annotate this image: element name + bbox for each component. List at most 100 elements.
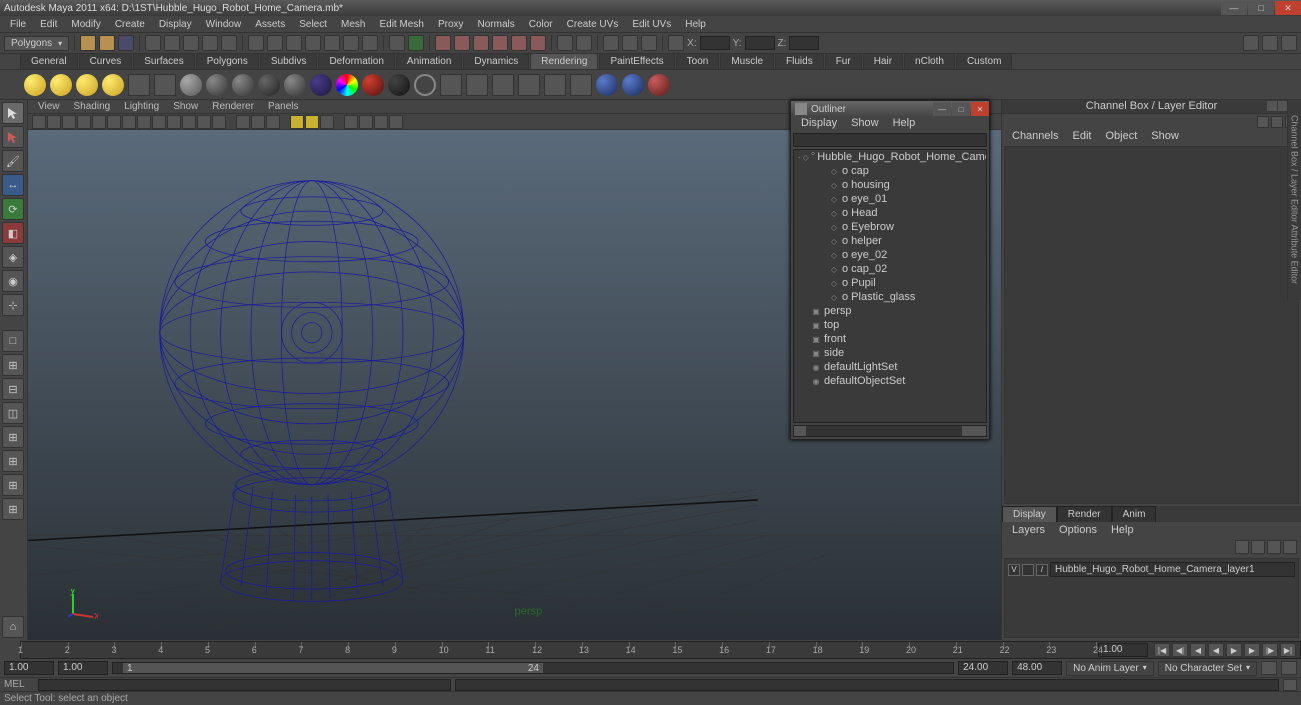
rotate-tool[interactable]: ⟳ [2, 198, 24, 220]
undo-icon[interactable] [145, 35, 161, 51]
menu-create[interactable]: Create [109, 18, 151, 31]
render-view-icon[interactable] [492, 35, 508, 51]
cmd-input[interactable] [38, 679, 451, 691]
range-start-box[interactable]: 1.00 [58, 661, 108, 675]
vp-icon-14[interactable] [236, 115, 250, 129]
menu-mesh[interactable]: Mesh [335, 18, 371, 31]
redo-icon[interactable] [164, 35, 180, 51]
menu-color[interactable]: Color [523, 18, 559, 31]
script-editor-icon[interactable]: ⌂ [2, 616, 24, 638]
menu-select[interactable]: Select [293, 18, 333, 31]
range-end-box[interactable]: 24.00 [958, 661, 1008, 675]
render-3-icon[interactable] [492, 74, 514, 96]
universal-tool[interactable]: ◈ [2, 246, 24, 268]
script-editor-button[interactable] [1283, 679, 1297, 691]
vp-icon-1[interactable] [32, 115, 46, 129]
shelf-tab-curves[interactable]: Curves [79, 53, 133, 69]
shelf-tab-fluids[interactable]: Fluids [775, 53, 824, 69]
vp-menu-panels[interactable]: Panels [262, 101, 305, 112]
layout-three[interactable]: ⊞ [2, 426, 24, 448]
menu-display[interactable]: Display [153, 18, 198, 31]
close-button[interactable]: ✕ [1275, 1, 1301, 15]
shelf-sphere-2[interactable] [622, 74, 644, 96]
channel-menu-object[interactable]: Object [1099, 130, 1143, 144]
time-slider[interactable]: 123456789101112131415161718192021222324 … [20, 641, 1301, 659]
range-track[interactable]: 1 24 [112, 662, 954, 674]
render-icon[interactable] [435, 35, 451, 51]
menu-normals[interactable]: Normals [472, 18, 521, 31]
vp-icon-23[interactable] [389, 115, 403, 129]
vp-menu-view[interactable]: View [32, 101, 66, 112]
next-key-button[interactable]: ▶ [1244, 643, 1260, 657]
layout-persp[interactable]: ⊞ [2, 450, 24, 472]
light-dir-icon[interactable] [50, 74, 72, 96]
outliner-item[interactable]: ◇o Eyebrow [794, 220, 986, 234]
vp-icon-20[interactable] [344, 115, 358, 129]
history-icon[interactable] [389, 35, 405, 51]
vp-icon-7[interactable] [122, 115, 136, 129]
misc-icon-1[interactable] [603, 35, 619, 51]
help-icon[interactable] [408, 35, 424, 51]
layer-tab-display[interactable]: Display [1002, 506, 1057, 522]
outliner-item[interactable]: -◇°Hubble_Hugo_Robot_Home_Camera [794, 150, 986, 164]
outliner-close-button[interactable]: ✕ [971, 102, 989, 116]
layout-graph[interactable]: ⊞ [2, 498, 24, 520]
shelf-tab-hair[interactable]: Hair [863, 53, 903, 69]
menu-proxy[interactable]: Proxy [432, 18, 470, 31]
channel-menu-channels[interactable]: Channels [1006, 130, 1064, 144]
outliner-item[interactable]: ◇o cap [794, 164, 986, 178]
vp-icon-17[interactable] [290, 115, 304, 129]
outliner-item[interactable]: ◇o helper [794, 234, 986, 248]
shelf-tab-painteffects[interactable]: PaintEffects [599, 53, 674, 69]
select-comp-icon[interactable] [221, 35, 237, 51]
set-icon[interactable] [557, 35, 573, 51]
shelf-tab-rendering[interactable]: Rendering [530, 53, 598, 69]
light-point-icon[interactable] [24, 74, 46, 96]
outliner-item[interactable]: ◇o eye_01 [794, 192, 986, 206]
vp-icon-4[interactable] [77, 115, 91, 129]
select-obj-icon[interactable] [202, 35, 218, 51]
menu-modify[interactable]: Modify [65, 18, 106, 31]
layer-vis-toggle[interactable]: V [1008, 564, 1020, 576]
soft-tool[interactable]: ◉ [2, 270, 24, 292]
outliner-menu-help[interactable]: Help [887, 117, 922, 131]
step-back-button[interactable]: ◀| [1172, 643, 1188, 657]
menu-edit-uvs[interactable]: Edit UVs [626, 18, 677, 31]
outliner-hscroll[interactable] [793, 425, 987, 437]
menu-create-uvs[interactable]: Create UVs [561, 18, 625, 31]
show-manip-tool[interactable]: ⊹ [2, 294, 24, 316]
minimize-button[interactable]: — [1221, 1, 1247, 15]
shader-layered-icon[interactable] [310, 74, 332, 96]
shelf-tab-deformation[interactable]: Deformation [318, 53, 394, 69]
vp-icon-21[interactable] [359, 115, 373, 129]
open-scene-icon[interactable] [99, 35, 115, 51]
prefs-button[interactable] [1281, 661, 1297, 675]
layout-two-h[interactable]: ⊟ [2, 378, 24, 400]
light-spot-icon[interactable] [76, 74, 98, 96]
mode-dropdown[interactable]: Polygons [4, 36, 69, 51]
vp-icon-12[interactable] [197, 115, 211, 129]
scroll-left-arrow[interactable] [794, 426, 806, 436]
shader-blinn-icon[interactable] [206, 74, 228, 96]
sidebar-toggle-1-icon[interactable] [1243, 35, 1259, 51]
chn-icon-a[interactable] [1257, 116, 1269, 128]
outliner-menu-show[interactable]: Show [845, 117, 885, 131]
outliner-max-button[interactable]: □ [952, 102, 970, 116]
menu-file[interactable]: File [4, 18, 32, 31]
vp-icon-9[interactable] [152, 115, 166, 129]
outliner-item[interactable]: ◇o cap_02 [794, 262, 986, 276]
outliner-item[interactable]: ◇o Pupil [794, 276, 986, 290]
shelf-tab-surfaces[interactable]: Surfaces [133, 53, 194, 69]
outliner-item[interactable]: ▣front [794, 332, 986, 346]
outliner-item[interactable]: ◉defaultLightSet [794, 360, 986, 374]
shelf-tab-custom[interactable]: Custom [956, 53, 1012, 69]
vp-icon-3[interactable] [62, 115, 76, 129]
autokey-button[interactable] [1261, 661, 1277, 675]
vp-menu-lighting[interactable]: Lighting [118, 101, 165, 112]
vp-icon-18[interactable] [305, 115, 319, 129]
chn-hdr-icon-1[interactable] [1267, 101, 1277, 111]
render-1-icon[interactable] [440, 74, 462, 96]
outliner-min-button[interactable]: — [933, 102, 951, 116]
z-input[interactable] [789, 36, 819, 50]
shelf-tab-polygons[interactable]: Polygons [196, 53, 259, 69]
